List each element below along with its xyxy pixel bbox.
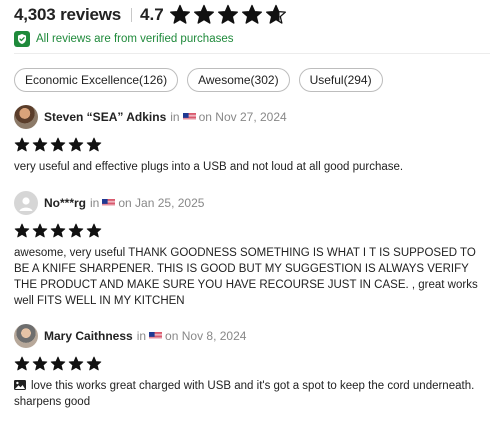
star-icon bbox=[32, 356, 48, 371]
review-count: 4,303 reviews bbox=[14, 5, 122, 24]
us-flag-icon bbox=[149, 331, 163, 341]
star-icon bbox=[68, 223, 84, 238]
reviewer-name[interactable]: Steven “SEA” Adkins bbox=[44, 110, 166, 124]
star-icon bbox=[86, 223, 102, 238]
review-stars bbox=[14, 356, 490, 371]
star-icon bbox=[68, 137, 84, 152]
review-text: awesome, very useful THANK GOODNESS SOME… bbox=[14, 247, 478, 307]
verified-purchases-notice: All reviews are from verified purchases bbox=[14, 30, 234, 47]
star-icon bbox=[14, 356, 30, 371]
avatar[interactable] bbox=[14, 105, 38, 129]
tag-useful[interactable]: Useful(294) bbox=[298, 68, 383, 92]
reviewer-name[interactable]: No***rg bbox=[44, 196, 86, 210]
review-tag-filters: Economic Excellence(126) Awesome(302) Us… bbox=[14, 68, 383, 92]
star-icon bbox=[50, 223, 66, 238]
average-rating-stars bbox=[169, 4, 287, 26]
tag-economic-excellence[interactable]: Economic Excellence(126) bbox=[14, 68, 179, 92]
us-flag-icon bbox=[182, 112, 196, 122]
image-icon[interactable] bbox=[14, 380, 26, 390]
header-divider bbox=[131, 8, 133, 22]
review-header: Steven “SEA” Adkins in on Nov 27, 2024 bbox=[14, 105, 490, 129]
avatar[interactable] bbox=[14, 191, 38, 215]
tag-awesome[interactable]: Awesome(302) bbox=[187, 68, 290, 92]
review-date: on Nov 8, 2024 bbox=[165, 329, 247, 343]
star-icon bbox=[217, 4, 238, 24]
star-icon bbox=[14, 223, 30, 238]
star-icon bbox=[86, 356, 102, 371]
us-flag-icon bbox=[102, 198, 116, 208]
star-icon bbox=[68, 356, 84, 371]
review-in-label: in bbox=[90, 196, 100, 210]
star-icon bbox=[50, 356, 66, 371]
star-icon bbox=[14, 137, 30, 152]
review-header: Mary Caithness in on Nov 8, 2024 bbox=[14, 324, 490, 348]
star-icon bbox=[32, 137, 48, 152]
star-icon bbox=[265, 4, 286, 24]
review-stars bbox=[14, 137, 490, 152]
star-icon bbox=[32, 223, 48, 238]
review-stars bbox=[14, 223, 490, 238]
star-icon bbox=[86, 137, 102, 152]
review-text: very useful and effective plugs into a U… bbox=[14, 161, 404, 173]
shield-check-icon bbox=[14, 30, 30, 47]
verified-text: All reviews are from verified purchases bbox=[36, 32, 234, 45]
review-in-label: in bbox=[136, 329, 147, 343]
review-item: No***rg in on Jan 25, 2025 awesome, very… bbox=[14, 191, 490, 309]
review-date: on Jan 25, 2025 bbox=[118, 196, 205, 210]
review-date: on Nov 27, 2024 bbox=[198, 110, 287, 124]
review-text-content: love this works great charged with USB a… bbox=[14, 380, 475, 408]
star-icon bbox=[50, 137, 66, 152]
star-icon bbox=[169, 4, 190, 24]
review-header: No***rg in on Jan 25, 2025 bbox=[14, 191, 490, 215]
review-text: love this works great charged with USB a… bbox=[14, 378, 484, 410]
review-in-label: in bbox=[170, 110, 180, 124]
section-divider bbox=[14, 53, 490, 54]
review-item: Steven “SEA” Adkins in on Nov 27, 2024 v… bbox=[14, 105, 490, 175]
star-icon bbox=[193, 4, 214, 24]
reviewer-name[interactable]: Mary Caithness bbox=[44, 329, 133, 343]
reviews-header: 4,303 reviews 4.7 bbox=[14, 4, 287, 26]
avatar[interactable] bbox=[14, 324, 38, 348]
average-rating: 4.7 bbox=[140, 5, 164, 24]
star-icon bbox=[241, 4, 262, 24]
review-item: Mary Caithness in on Nov 8, 2024 love th… bbox=[14, 324, 490, 410]
